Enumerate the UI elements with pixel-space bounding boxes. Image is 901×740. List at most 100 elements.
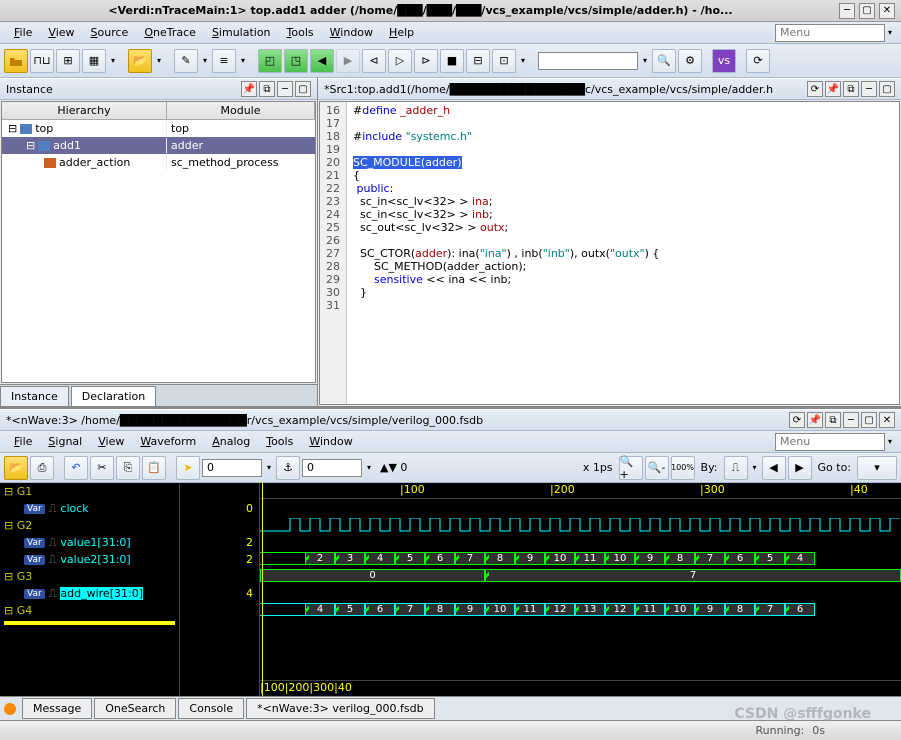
pin-icon[interactable]: 📌 bbox=[241, 81, 257, 97]
nwave-close-icon[interactable]: ✕ bbox=[879, 412, 895, 428]
nwave-popout-icon[interactable]: ⧉ bbox=[825, 412, 841, 428]
nwave-max-icon[interactable]: ▢ bbox=[861, 412, 877, 428]
nwave-menu-waveform[interactable]: Waveform bbox=[132, 433, 204, 450]
vs-icon[interactable]: vs bbox=[712, 49, 736, 73]
nwave-paste-icon[interactable]: 📋 bbox=[142, 456, 166, 480]
source-reload-icon[interactable]: ⟳ bbox=[807, 81, 823, 97]
menu-simulation[interactable]: Simulation bbox=[204, 24, 279, 41]
popout-icon[interactable]: ⧉ bbox=[259, 81, 275, 97]
tab-instance[interactable]: Instance bbox=[0, 386, 69, 406]
nwave-menu-signal[interactable]: Signal bbox=[40, 433, 90, 450]
tool-dropdown-5[interactable]: ▾ bbox=[518, 56, 528, 65]
signal-group[interactable]: ⊟ G3 bbox=[0, 568, 179, 585]
signal-group[interactable]: ⊟ G4 bbox=[0, 602, 179, 619]
menu-window[interactable]: Window bbox=[322, 24, 381, 41]
tab-declaration[interactable]: Declaration bbox=[71, 386, 156, 406]
nwave-open-icon[interactable]: 📂 bbox=[4, 456, 28, 480]
prev-edge-icon[interactable]: ◀ bbox=[762, 456, 786, 480]
source-popout-icon[interactable]: ⧉ bbox=[843, 81, 859, 97]
search-dropdown[interactable]: ▾ bbox=[640, 56, 650, 65]
play-icon[interactable]: ▷ bbox=[388, 49, 412, 73]
break-icon[interactable]: ⊟ bbox=[466, 49, 490, 73]
tab-message[interactable]: Message bbox=[22, 698, 92, 719]
tool-dropdown-3[interactable]: ▾ bbox=[200, 56, 210, 65]
source-pin-icon[interactable]: 📌 bbox=[825, 81, 841, 97]
source-max-icon[interactable]: ▢ bbox=[879, 81, 895, 97]
stop-icon[interactable]: ■ bbox=[440, 49, 464, 73]
source-min-icon[interactable]: ─ bbox=[861, 81, 877, 97]
tab-onesearch[interactable]: OneSearch bbox=[94, 698, 176, 719]
menu-search-input[interactable] bbox=[775, 24, 885, 42]
forward-icon[interactable]: ▶ bbox=[336, 49, 360, 73]
col-hierarchy[interactable]: Hierarchy bbox=[2, 102, 167, 119]
menu-tools[interactable]: Tools bbox=[279, 24, 322, 41]
tool-dropdown-1[interactable]: ▾ bbox=[108, 56, 118, 65]
nwave-reload-icon[interactable]: ⟳ bbox=[789, 412, 805, 428]
nwave-min-icon[interactable]: ─ bbox=[843, 412, 859, 428]
maximize-button[interactable]: ▢ bbox=[859, 3, 875, 19]
cursor2-dd[interactable]: ▾ bbox=[364, 463, 374, 472]
back-icon[interactable]: ◀ bbox=[310, 49, 334, 73]
step-fwd-icon[interactable]: ⊳ bbox=[414, 49, 438, 73]
minimize-button[interactable]: ─ bbox=[839, 3, 855, 19]
minimize-pane-icon[interactable]: ─ bbox=[277, 81, 293, 97]
open-folder-icon[interactable] bbox=[4, 49, 28, 73]
edit-icon[interactable]: ✎ bbox=[174, 49, 198, 73]
tool-dropdown-4[interactable]: ▾ bbox=[238, 56, 248, 65]
menu-onetrace[interactable]: OneTrace bbox=[136, 24, 204, 41]
close-button[interactable]: ✕ bbox=[879, 3, 895, 19]
nwave-pin-icon[interactable]: 📌 bbox=[807, 412, 823, 428]
nwave-menu-file[interactable]: File bbox=[6, 433, 40, 450]
signal-group[interactable]: ⊟ G1 bbox=[0, 483, 179, 500]
menu-help[interactable]: Help bbox=[381, 24, 422, 41]
wave-canvas[interactable]: |100|200|300|40 234567891011109876540745… bbox=[260, 483, 901, 696]
menu-source[interactable]: Source bbox=[83, 24, 137, 41]
folder2-icon[interactable]: 📂 bbox=[128, 49, 152, 73]
source-code[interactable]: 16171819202122232425262728293031 #define… bbox=[319, 101, 900, 405]
tool-dropdown-2[interactable]: ▾ bbox=[154, 56, 164, 65]
tab-console[interactable]: Console bbox=[178, 698, 244, 719]
tree-row[interactable]: ⊟ add1adder bbox=[2, 137, 315, 154]
cursor-line[interactable] bbox=[262, 483, 263, 696]
anchor-icon[interactable]: ⚓ bbox=[276, 456, 300, 480]
by-dd[interactable]: ▾ bbox=[750, 463, 760, 472]
nwave-undo-icon[interactable]: ↶ bbox=[64, 456, 88, 480]
nwave-menu-view[interactable]: View bbox=[90, 433, 132, 450]
cursor1-input[interactable] bbox=[202, 459, 262, 477]
signal-item[interactable]: Var⎍ value2[31:0] bbox=[0, 551, 179, 568]
signal-item[interactable]: Var⎍ clock bbox=[0, 500, 179, 517]
zoom-in-icon[interactable]: 🔍+ bbox=[619, 456, 643, 480]
nwave-menu-analog[interactable]: Analog bbox=[204, 433, 258, 450]
cursor2-input[interactable] bbox=[302, 459, 362, 477]
signal-group[interactable]: ⊟ G2 bbox=[0, 517, 179, 534]
hierarchy-icon[interactable]: ⊞ bbox=[56, 49, 80, 73]
list-icon[interactable]: ≡ bbox=[212, 49, 236, 73]
settings-icon[interactable]: ⚙ bbox=[678, 49, 702, 73]
tree-row[interactable]: adder_actionsc_method_process bbox=[2, 154, 315, 171]
zoom-100-icon[interactable]: 100% bbox=[671, 456, 695, 480]
run-right-icon[interactable]: ◳ bbox=[284, 49, 308, 73]
cursor1-dd[interactable]: ▾ bbox=[264, 463, 274, 472]
nwave-menu-dropdown[interactable]: ▾ bbox=[885, 437, 895, 446]
tree-row[interactable]: ⊟ toptop bbox=[2, 120, 315, 137]
signal-panel[interactable]: ⊟ G1Var⎍ clock⊟ G2Var⎍ value1[31:0]Var⎍ … bbox=[0, 483, 180, 696]
step-back-icon[interactable]: ⊲ bbox=[362, 49, 386, 73]
nwave-cut-icon[interactable]: ✂ bbox=[90, 456, 114, 480]
signal-item[interactable]: Var⎍ value1[31:0] bbox=[0, 534, 179, 551]
maximize-pane-icon[interactable]: ▢ bbox=[295, 81, 311, 97]
refresh-icon[interactable]: ⟳ bbox=[746, 49, 770, 73]
run-left-icon[interactable]: ◰ bbox=[258, 49, 282, 73]
menu-view[interactable]: View bbox=[40, 24, 82, 41]
schematic-icon[interactable]: ▦ bbox=[82, 49, 106, 73]
nwave-menu-tools[interactable]: Tools bbox=[258, 433, 301, 450]
search-icon[interactable]: 🔍 bbox=[652, 49, 676, 73]
by-signal-icon[interactable]: ⎍ bbox=[724, 456, 748, 480]
col-module[interactable]: Module bbox=[167, 102, 315, 119]
nwave-save-icon[interactable]: ⎙ bbox=[30, 456, 54, 480]
menu-file[interactable]: File bbox=[6, 24, 40, 41]
tab-nwave[interactable]: *<nWave:3> verilog_000.fsdb bbox=[246, 698, 434, 719]
wave-icon[interactable]: ⊓⊔ bbox=[30, 49, 54, 73]
nwave-cursor-icon[interactable]: ➤ bbox=[176, 456, 200, 480]
next-edge-icon[interactable]: ▶ bbox=[788, 456, 812, 480]
hierarchy-tree[interactable]: Hierarchy Module ⊟ toptop⊟ add1adder add… bbox=[1, 101, 316, 383]
